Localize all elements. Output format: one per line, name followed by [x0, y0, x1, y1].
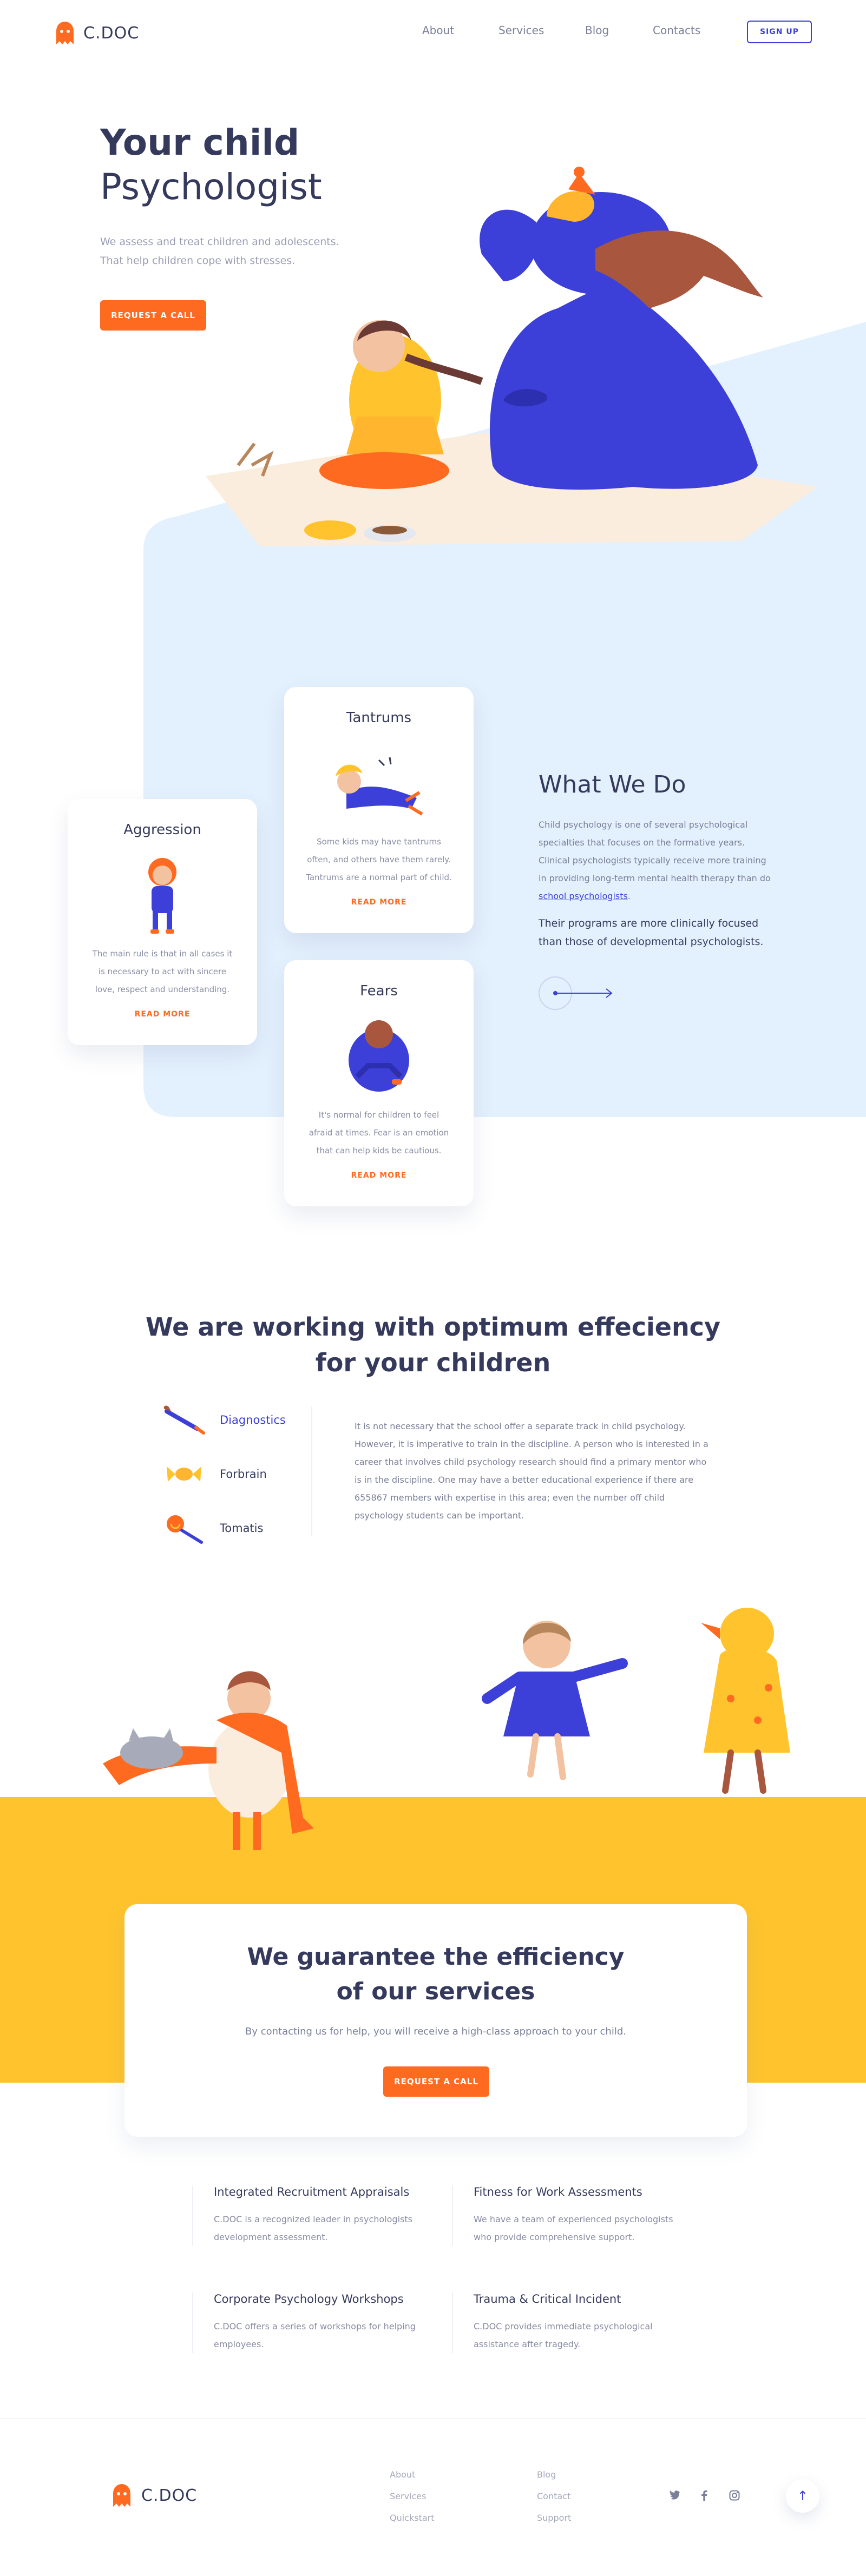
signup-button[interactable]: SIGN UP: [747, 21, 812, 43]
angry-child-icon: [148, 858, 176, 934]
lollipop-icon: [167, 1515, 203, 1544]
scared-child-icon: [349, 1020, 409, 1092]
service-trauma-incident[interactable]: Trauma & Critical Incident C.DOC provide…: [452, 2293, 679, 2353]
header: C.DOC About Services Blog Contacts SIGN …: [0, 0, 866, 65]
facebook-icon[interactable]: [701, 2490, 707, 2501]
what-we-do-description: Child psychology is one of several psych…: [539, 816, 777, 905]
children-illustration: [103, 1608, 790, 1850]
card-tantrums-read-more[interactable]: READ MORE: [284, 898, 474, 907]
arrow-up-icon: ↑: [797, 2488, 809, 2504]
guarantee-card: We guarantee the efficiency of our servi…: [124, 1904, 747, 2137]
efficiency-text: It is not necessary that the school offe…: [355, 1421, 708, 1521]
service-text: C.DOC provides immediate psychological a…: [474, 2321, 653, 2349]
footer-divider: [0, 2418, 866, 2419]
service-title: Corporate Psychology Workshops: [214, 2293, 404, 2306]
page: C.DOC About Services Blog Contacts SIGN …: [0, 0, 866, 2576]
card-fears-title: Fears: [360, 983, 398, 999]
card-fears[interactable]: Fears It's normal for children to feel a…: [284, 960, 474, 1206]
scroll-to-top-button[interactable]: ↑: [786, 2479, 819, 2513]
footer-link-services[interactable]: Services: [390, 2491, 426, 2501]
guarantee-title-line-2: of our services: [336, 1978, 535, 2005]
efficiency-label-tomatis: Tomatis: [220, 1522, 264, 1535]
hero-request-call-button[interactable]: REQUEST A CALL: [100, 300, 206, 331]
efficiency-title-line-2: for your children: [315, 1348, 551, 1377]
instagram-icon[interactable]: [729, 2490, 740, 2501]
ghost-logo-icon: [113, 2484, 130, 2507]
what-we-do-highlight: Their programs are more clinically focus…: [539, 917, 764, 948]
efficiency-item-tomatis[interactable]: Tomatis: [162, 1512, 263, 1544]
footer-link-about[interactable]: About: [390, 2469, 415, 2480]
what-we-do-title: What We Do: [539, 771, 686, 798]
guarantee-title-line-1: We guarantee the efficiency: [247, 1943, 625, 1971]
service-text: C.DOC offers a series of workshops for h…: [214, 2321, 416, 2349]
service-fitness-work[interactable]: Fitness for Work Assessments We have a t…: [452, 2185, 679, 2246]
efficiency-title-line-1: We are working with optimum effeciency: [146, 1312, 720, 1342]
footer-link-quickstart[interactable]: Quickstart: [390, 2513, 435, 2523]
card-aggression[interactable]: Aggression The main rule is that in all …: [68, 799, 257, 1045]
nav-about[interactable]: About: [422, 24, 454, 37]
service-corporate-workshops[interactable]: Corporate Psychology Workshops C.DOC off…: [192, 2293, 419, 2353]
card-tantrums[interactable]: Tantrums Some kids may have tantrums oft…: [284, 687, 474, 933]
footer-link-contact[interactable]: Contact: [537, 2491, 570, 2501]
what-we-do-text-end: .: [627, 891, 631, 901]
nav-services[interactable]: Services: [498, 24, 544, 37]
footer-link-blog[interactable]: Blog: [537, 2469, 556, 2480]
efficiency-item-diagnostics[interactable]: Diagnostics: [162, 1404, 286, 1436]
card-aggression-text: The main rule is that in all cases it is…: [92, 949, 233, 994]
efficiency-divider: [311, 1406, 312, 1536]
card-aggression-read-more[interactable]: READ MORE: [68, 1010, 257, 1019]
efficiency-label-forbrain: Forbrain: [220, 1468, 267, 1481]
guarantee-title: We guarantee the efficiency of our servi…: [124, 1940, 747, 2009]
logo[interactable]: C.DOC: [54, 21, 139, 45]
card-fears-read-more[interactable]: READ MORE: [284, 1171, 474, 1180]
nav-contacts[interactable]: Contacts: [653, 24, 700, 37]
footer-logo[interactable]: C.DOC: [111, 2483, 197, 2508]
guarantee-subtitle: By contacting us for help, you will rece…: [245, 2026, 626, 2037]
service-title: Fitness for Work Assessments: [474, 2185, 642, 2198]
efficiency-item-forbrain[interactable]: Forbrain: [162, 1458, 267, 1490]
efficiency-label-diagnostics: Diagnostics: [220, 1414, 286, 1426]
footer-link-support[interactable]: Support: [537, 2513, 571, 2523]
card-fears-text: It's normal for children to feel afraid …: [309, 1110, 449, 1155]
efficiency-title: We are working with optimum effeciency f…: [0, 1309, 866, 1381]
service-text: We have a team of experienced psychologi…: [474, 2214, 673, 2242]
tantrum-child-icon: [336, 757, 423, 816]
service-integrated-recruitment[interactable]: Integrated Recruitment Appraisals C.DOC …: [192, 2185, 419, 2246]
paintbrush-icon: [163, 1405, 205, 1435]
next-arrow-button[interactable]: [539, 976, 614, 1010]
card-tantrums-text: Some kids may have tantrums often, and o…: [306, 837, 452, 882]
what-we-do-text: Child psychology is one of several psych…: [539, 820, 771, 883]
guarantee-request-call-button[interactable]: REQUEST A CALL: [383, 2066, 489, 2097]
school-psychologists-link[interactable]: school psychologists: [539, 891, 628, 901]
twitter-icon[interactable]: [670, 2490, 680, 2500]
brand-name: C.DOC: [83, 23, 140, 43]
service-title: Integrated Recruitment Appraisals: [214, 2185, 410, 2198]
service-text: C.DOC is a recognized leader in psycholo…: [214, 2214, 412, 2242]
service-title: Trauma & Critical Incident: [474, 2293, 621, 2306]
card-tantrums-title: Tantrums: [346, 710, 412, 726]
footer-brand-name: C.DOC: [141, 2486, 198, 2505]
hero-title-bold: Your child: [100, 122, 300, 163]
nav-blog[interactable]: Blog: [585, 24, 609, 37]
card-aggression-title: Aggression: [123, 822, 201, 838]
ghost-logo-icon: [56, 22, 74, 44]
candy-icon: [167, 1467, 201, 1482]
hero-illustration: [206, 167, 817, 546]
